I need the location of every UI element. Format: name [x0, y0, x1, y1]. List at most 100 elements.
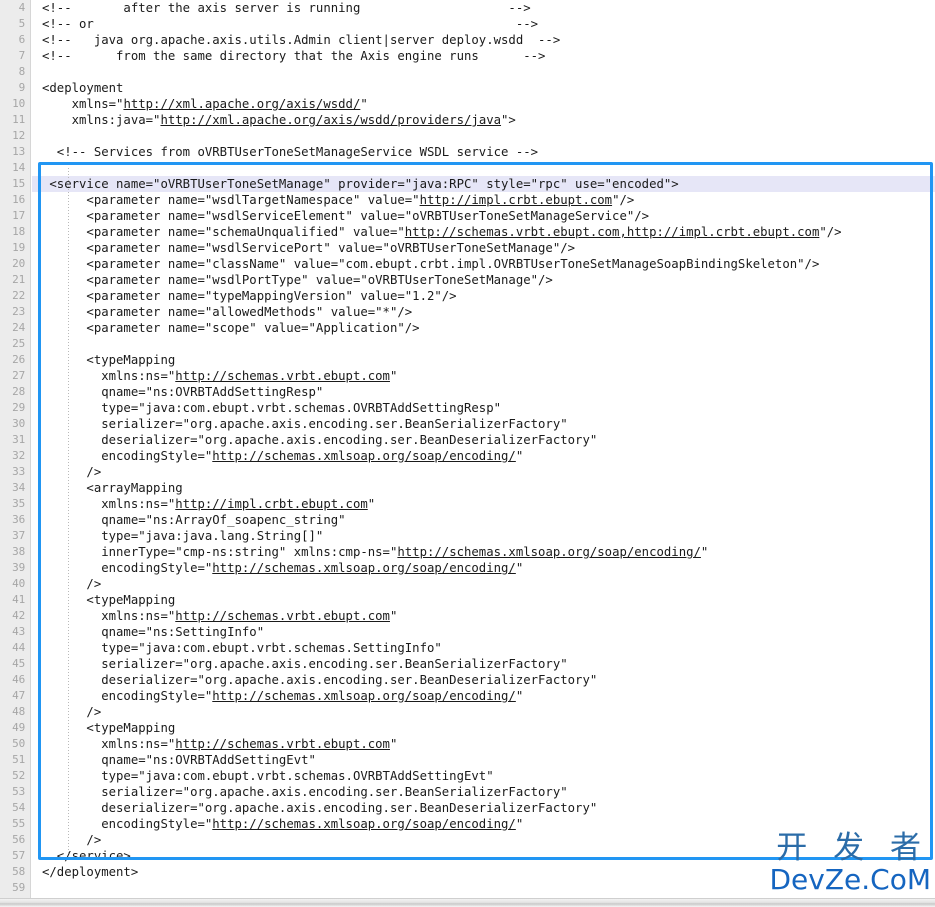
- code-line[interactable]: [32, 64, 935, 80]
- code-line[interactable]: xmlns:ns="http://impl.crbt.ebupt.com": [32, 496, 935, 512]
- code-line[interactable]: <parameter name="className" value="com.e…: [32, 256, 935, 272]
- code-line[interactable]: <parameter name="wsdlServicePort" value=…: [32, 240, 935, 256]
- code-line[interactable]: <arrayMapping: [32, 480, 935, 496]
- code-line[interactable]: <parameter name="schemaUnqualified" valu…: [32, 224, 935, 240]
- line-number: 39: [12, 561, 25, 574]
- code-line[interactable]: <!-- java org.apache.axis.utils.Admin cl…: [32, 32, 935, 48]
- code-line[interactable]: serializer="org.apache.axis.encoding.ser…: [32, 656, 935, 672]
- code-line[interactable]: qname="ns:SettingInfo": [32, 624, 935, 640]
- code-line[interactable]: <!-- after the axis server is running --…: [32, 0, 935, 16]
- code-line[interactable]: [32, 128, 935, 144]
- url-text[interactable]: http://schemas.vrbt.ebupt.com,http://imp…: [405, 225, 820, 239]
- line-number: 41: [12, 593, 25, 606]
- line-number: 49: [12, 721, 25, 734]
- line-number: 28: [12, 385, 25, 398]
- code-line[interactable]: <typeMapping: [32, 592, 935, 608]
- code-line[interactable]: encodingStyle="http://schemas.xmlsoap.or…: [32, 688, 935, 704]
- code-line[interactable]: [32, 160, 935, 176]
- line-number: 38: [12, 545, 25, 558]
- code-line[interactable]: encodingStyle="http://schemas.xmlsoap.or…: [32, 560, 935, 576]
- line-number: 21: [12, 273, 25, 286]
- line-number: 36: [12, 513, 25, 526]
- code-line[interactable]: type="java:com.ebupt.vrbt.schemas.Settin…: [32, 640, 935, 656]
- line-number: 6: [18, 33, 26, 46]
- code-line[interactable]: <parameter name="allowedMethods" value="…: [32, 304, 935, 320]
- code-line[interactable]: deserializer="org.apache.axis.encoding.s…: [32, 672, 935, 688]
- line-number: 47: [12, 689, 25, 702]
- code-line[interactable]: <!-- Services from oVRBTUserToneSetManag…: [32, 144, 935, 160]
- line-number: 57: [12, 849, 25, 862]
- url-text[interactable]: http://schemas.xmlsoap.org/soap/encoding…: [212, 561, 516, 575]
- url-text[interactable]: http://xml.apache.org/axis/wsdd/provider…: [160, 113, 501, 127]
- line-number: 42: [12, 609, 25, 622]
- line-number: 54: [12, 801, 25, 814]
- code-line[interactable]: innerType="cmp-ns:string" xmlns:cmp-ns="…: [32, 544, 935, 560]
- url-text[interactable]: http://schemas.vrbt.ebupt.com: [175, 609, 390, 623]
- code-line[interactable]: xmlns:java="http://xml.apache.org/axis/w…: [32, 112, 935, 128]
- code-line[interactable]: xmlns:ns="http://schemas.vrbt.ebupt.com": [32, 368, 935, 384]
- code-line[interactable]: <parameter name="typeMappingVersion" val…: [32, 288, 935, 304]
- watermark-site-text: DevZe.CoM: [769, 863, 931, 896]
- line-number: 10: [12, 97, 25, 110]
- code-line[interactable]: serializer="org.apache.axis.encoding.ser…: [32, 416, 935, 432]
- code-line[interactable]: <typeMapping: [32, 720, 935, 736]
- code-line[interactable]: <!-- or -->: [32, 16, 935, 32]
- code-line[interactable]: <!-- from the same directory that the Ax…: [32, 48, 935, 64]
- line-number: 40: [12, 577, 25, 590]
- url-text[interactable]: http://schemas.xmlsoap.org/soap/encoding…: [212, 689, 516, 703]
- code-line[interactable]: />: [32, 576, 935, 592]
- code-line[interactable]: />: [32, 464, 935, 480]
- code-line[interactable]: encodingStyle="http://schemas.xmlsoap.or…: [32, 448, 935, 464]
- code-line[interactable]: qname="ns:ArrayOf_soapenc_string": [32, 512, 935, 528]
- code-line[interactable]: <typeMapping: [32, 352, 935, 368]
- code-line[interactable]: <deployment: [32, 80, 935, 96]
- code-line[interactable]: xmlns:ns="http://schemas.vrbt.ebupt.com": [32, 736, 935, 752]
- line-number: 46: [12, 673, 25, 686]
- code-line-current[interactable]: <service name="oVRBTUserToneSetManage" p…: [32, 176, 935, 192]
- code-line[interactable]: <parameter name="wsdlServiceElement" val…: [32, 208, 935, 224]
- code-line[interactable]: type="java:java.lang.String[]": [32, 528, 935, 544]
- line-number-gutter: 4 5 6 7 8 9 10 11 12 13 14 15 16 17 18 19 20 21 22 23 24 25 26…: [0, 0, 31, 898]
- code-line[interactable]: deserializer="org.apache.axis.encoding.s…: [32, 432, 935, 448]
- code-line[interactable]: <parameter name="wsdlPortType" value="oV…: [32, 272, 935, 288]
- line-number: 56: [12, 833, 25, 846]
- code-line[interactable]: deserializer="org.apache.axis.encoding.s…: [32, 800, 935, 816]
- url-text[interactable]: http://schemas.vrbt.ebupt.com: [175, 737, 390, 751]
- line-number: 22: [12, 289, 25, 302]
- code-line[interactable]: <parameter name="wsdlTargetNamespace" va…: [32, 192, 935, 208]
- url-text[interactable]: http://schemas.xmlsoap.org/soap/encoding…: [212, 817, 516, 831]
- url-text[interactable]: http://impl.crbt.ebupt.com: [175, 497, 368, 511]
- line-number: 27: [12, 369, 25, 382]
- code-line[interactable]: type="java:com.ebupt.vrbt.schemas.OVRBTA…: [32, 400, 935, 416]
- line-number: 33: [12, 465, 25, 478]
- url-text[interactable]: http://schemas.xmlsoap.org/soap/encoding…: [397, 545, 701, 559]
- code-line[interactable]: qname="ns:OVRBTAddSettingResp": [32, 384, 935, 400]
- line-number: 44: [12, 641, 25, 654]
- line-number: 53: [12, 785, 25, 798]
- line-number: 18: [12, 225, 25, 238]
- code-line[interactable]: xmlns:ns="http://schemas.vrbt.ebupt.com": [32, 608, 935, 624]
- line-number: 58: [12, 865, 25, 878]
- line-number: 16: [12, 193, 25, 206]
- line-number: 48: [12, 705, 25, 718]
- line-number: 12: [12, 129, 25, 142]
- code-line[interactable]: [32, 336, 935, 352]
- code-line[interactable]: type="java:com.ebupt.vrbt.schemas.OVRBTA…: [32, 768, 935, 784]
- code-content-area[interactable]: <!-- after the axis server is running --…: [32, 0, 935, 898]
- code-line[interactable]: qname="ns:OVRBTAddSettingEvt": [32, 752, 935, 768]
- line-number: 43: [12, 625, 25, 638]
- code-line[interactable]: <parameter name="scope" value="Applicati…: [32, 320, 935, 336]
- url-text[interactable]: http://impl.crbt.ebupt.com: [420, 193, 613, 207]
- bottom-status-strip: [0, 898, 935, 907]
- url-text[interactable]: http://schemas.xmlsoap.org/soap/encoding…: [212, 449, 516, 463]
- watermark-chinese-text: 开 发 者: [776, 830, 929, 866]
- url-text[interactable]: http://schemas.vrbt.ebupt.com: [175, 369, 390, 383]
- code-editor[interactable]: 4 5 6 7 8 9 10 11 12 13 14 15 16 17 18 19 20 21 22 23 24 25 26…: [0, 0, 935, 907]
- line-number: 20: [12, 257, 25, 270]
- code-line[interactable]: serializer="org.apache.axis.encoding.ser…: [32, 784, 935, 800]
- line-number: 9: [18, 81, 26, 94]
- url-text[interactable]: http://xml.apache.org/axis/wsdd/: [123, 97, 360, 111]
- watermark: 开 发 者 DevZe.CoM: [769, 832, 931, 895]
- code-line[interactable]: xmlns="http://xml.apache.org/axis/wsdd/": [32, 96, 935, 112]
- code-line[interactable]: />: [32, 704, 935, 720]
